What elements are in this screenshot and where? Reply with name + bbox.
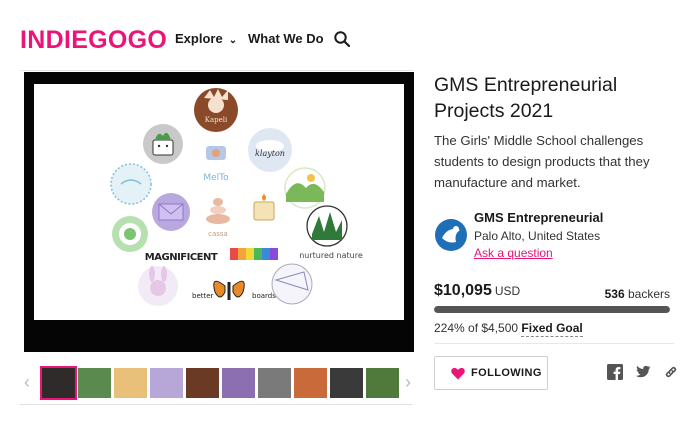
chevron-right-icon[interactable]: › (405, 372, 411, 393)
thumbnail[interactable] (78, 368, 111, 398)
svg-text:nurtured nature: nurtured nature (299, 251, 363, 260)
funding-progress-fill (434, 306, 670, 313)
magnificent-logo: MAGNIFICENT (145, 252, 219, 263)
dotted-circle-logo (110, 163, 152, 205)
klayton-logo: klayton (248, 128, 292, 172)
kapeli-logo: Kapeli (194, 88, 238, 132)
funds-amount: $10,095 (434, 282, 492, 299)
chevron-down-icon: ⌄ (228, 35, 238, 46)
thumbnail[interactable] (366, 368, 399, 398)
thumbnail[interactable] (40, 366, 77, 400)
envelope-logo (152, 193, 190, 231)
green-badge-logo (112, 216, 148, 252)
owner-name[interactable]: GMS Entrepreneurial (474, 210, 603, 225)
nav-explore-label: Explore (175, 31, 223, 46)
svg-text:MAGNIFICENT: MAGNIFICENT (145, 252, 218, 263)
thumbnail[interactable] (114, 368, 147, 398)
logo-collage: Kapeli klayton MelTo cassa nurtured natu… (110, 88, 363, 306)
melto-logo: MelTo (198, 144, 234, 183)
project-title: GMS Entrepreneurial Projects 2021 (434, 74, 618, 122)
funding-progress-bar (434, 306, 670, 313)
nurtured-nature-logo: nurtured nature (299, 205, 363, 260)
project-video[interactable]: Kapeli klayton MelTo cassa nurtured natu… (24, 72, 414, 352)
svg-text:klayton: klayton (255, 149, 285, 158)
goal-percent: 224% of $4,500 (434, 321, 519, 335)
thumbnail[interactable] (258, 368, 291, 398)
owner-avatar[interactable] (434, 218, 468, 252)
svg-text:Kapeli: Kapeli (205, 116, 228, 124)
plant-pot-logo (143, 124, 183, 164)
svg-text:MelTo: MelTo (203, 173, 229, 183)
actions-divider (434, 343, 674, 344)
following-button[interactable]: FOLLOWING (434, 356, 548, 390)
thumbnail[interactable] (150, 368, 183, 398)
butterfly-logo: better boards (192, 280, 276, 300)
thumbnail[interactable] (330, 368, 363, 398)
link-icon[interactable] (663, 364, 679, 380)
media-thumbnail-strip: ‹ › (22, 366, 414, 402)
video-frame-image: Kapeli klayton MelTo cassa nurtured natu… (34, 84, 404, 320)
funds-raised: $10,095 USD (434, 282, 520, 300)
rainbow-logo (230, 248, 278, 260)
heart-icon (451, 367, 465, 380)
candle-logo (245, 189, 283, 227)
bunny-logo (138, 266, 178, 306)
fixed-goal-link[interactable]: Fixed Goal (521, 321, 583, 337)
goal-summary: 224% of $4,500 Fixed Goal (434, 321, 583, 337)
thumbnail[interactable] (222, 368, 255, 398)
backers-count: 536 backers (605, 287, 670, 301)
project-blurb: The Girls' Middle School challenges stud… (434, 133, 650, 190)
svg-text:cassa: cassa (208, 230, 228, 238)
backers-label: backers (627, 287, 670, 301)
site-header: INDIEGOGO Explore ⌄ What We Do (0, 0, 684, 72)
funds-currency: USD (494, 284, 521, 298)
following-label: FOLLOWING (471, 367, 542, 379)
cassa-logo: cassa (200, 196, 236, 238)
owner-location: Palo Alto, United States (474, 229, 601, 243)
geometric-logo (271, 263, 313, 305)
facebook-icon[interactable] (607, 364, 623, 380)
thumbnail[interactable] (186, 368, 219, 398)
ask-question-link[interactable]: Ask a question (474, 246, 553, 260)
landscape-logo (284, 167, 326, 209)
twitter-icon[interactable] (635, 364, 651, 380)
backers-number: 536 (604, 287, 625, 301)
chevron-left-icon[interactable]: ‹ (24, 372, 30, 393)
thumbnail[interactable] (294, 368, 327, 398)
nav-explore[interactable]: Explore ⌄ (175, 31, 237, 46)
nav-what-we-do[interactable]: What We Do (248, 31, 324, 46)
svg-text:better: better (192, 292, 214, 300)
media-divider (20, 404, 412, 405)
indiegogo-logo[interactable]: INDIEGOGO (20, 26, 167, 55)
search-icon[interactable] (333, 30, 351, 48)
svg-text:boards: boards (252, 292, 276, 300)
header-divider (20, 70, 414, 71)
